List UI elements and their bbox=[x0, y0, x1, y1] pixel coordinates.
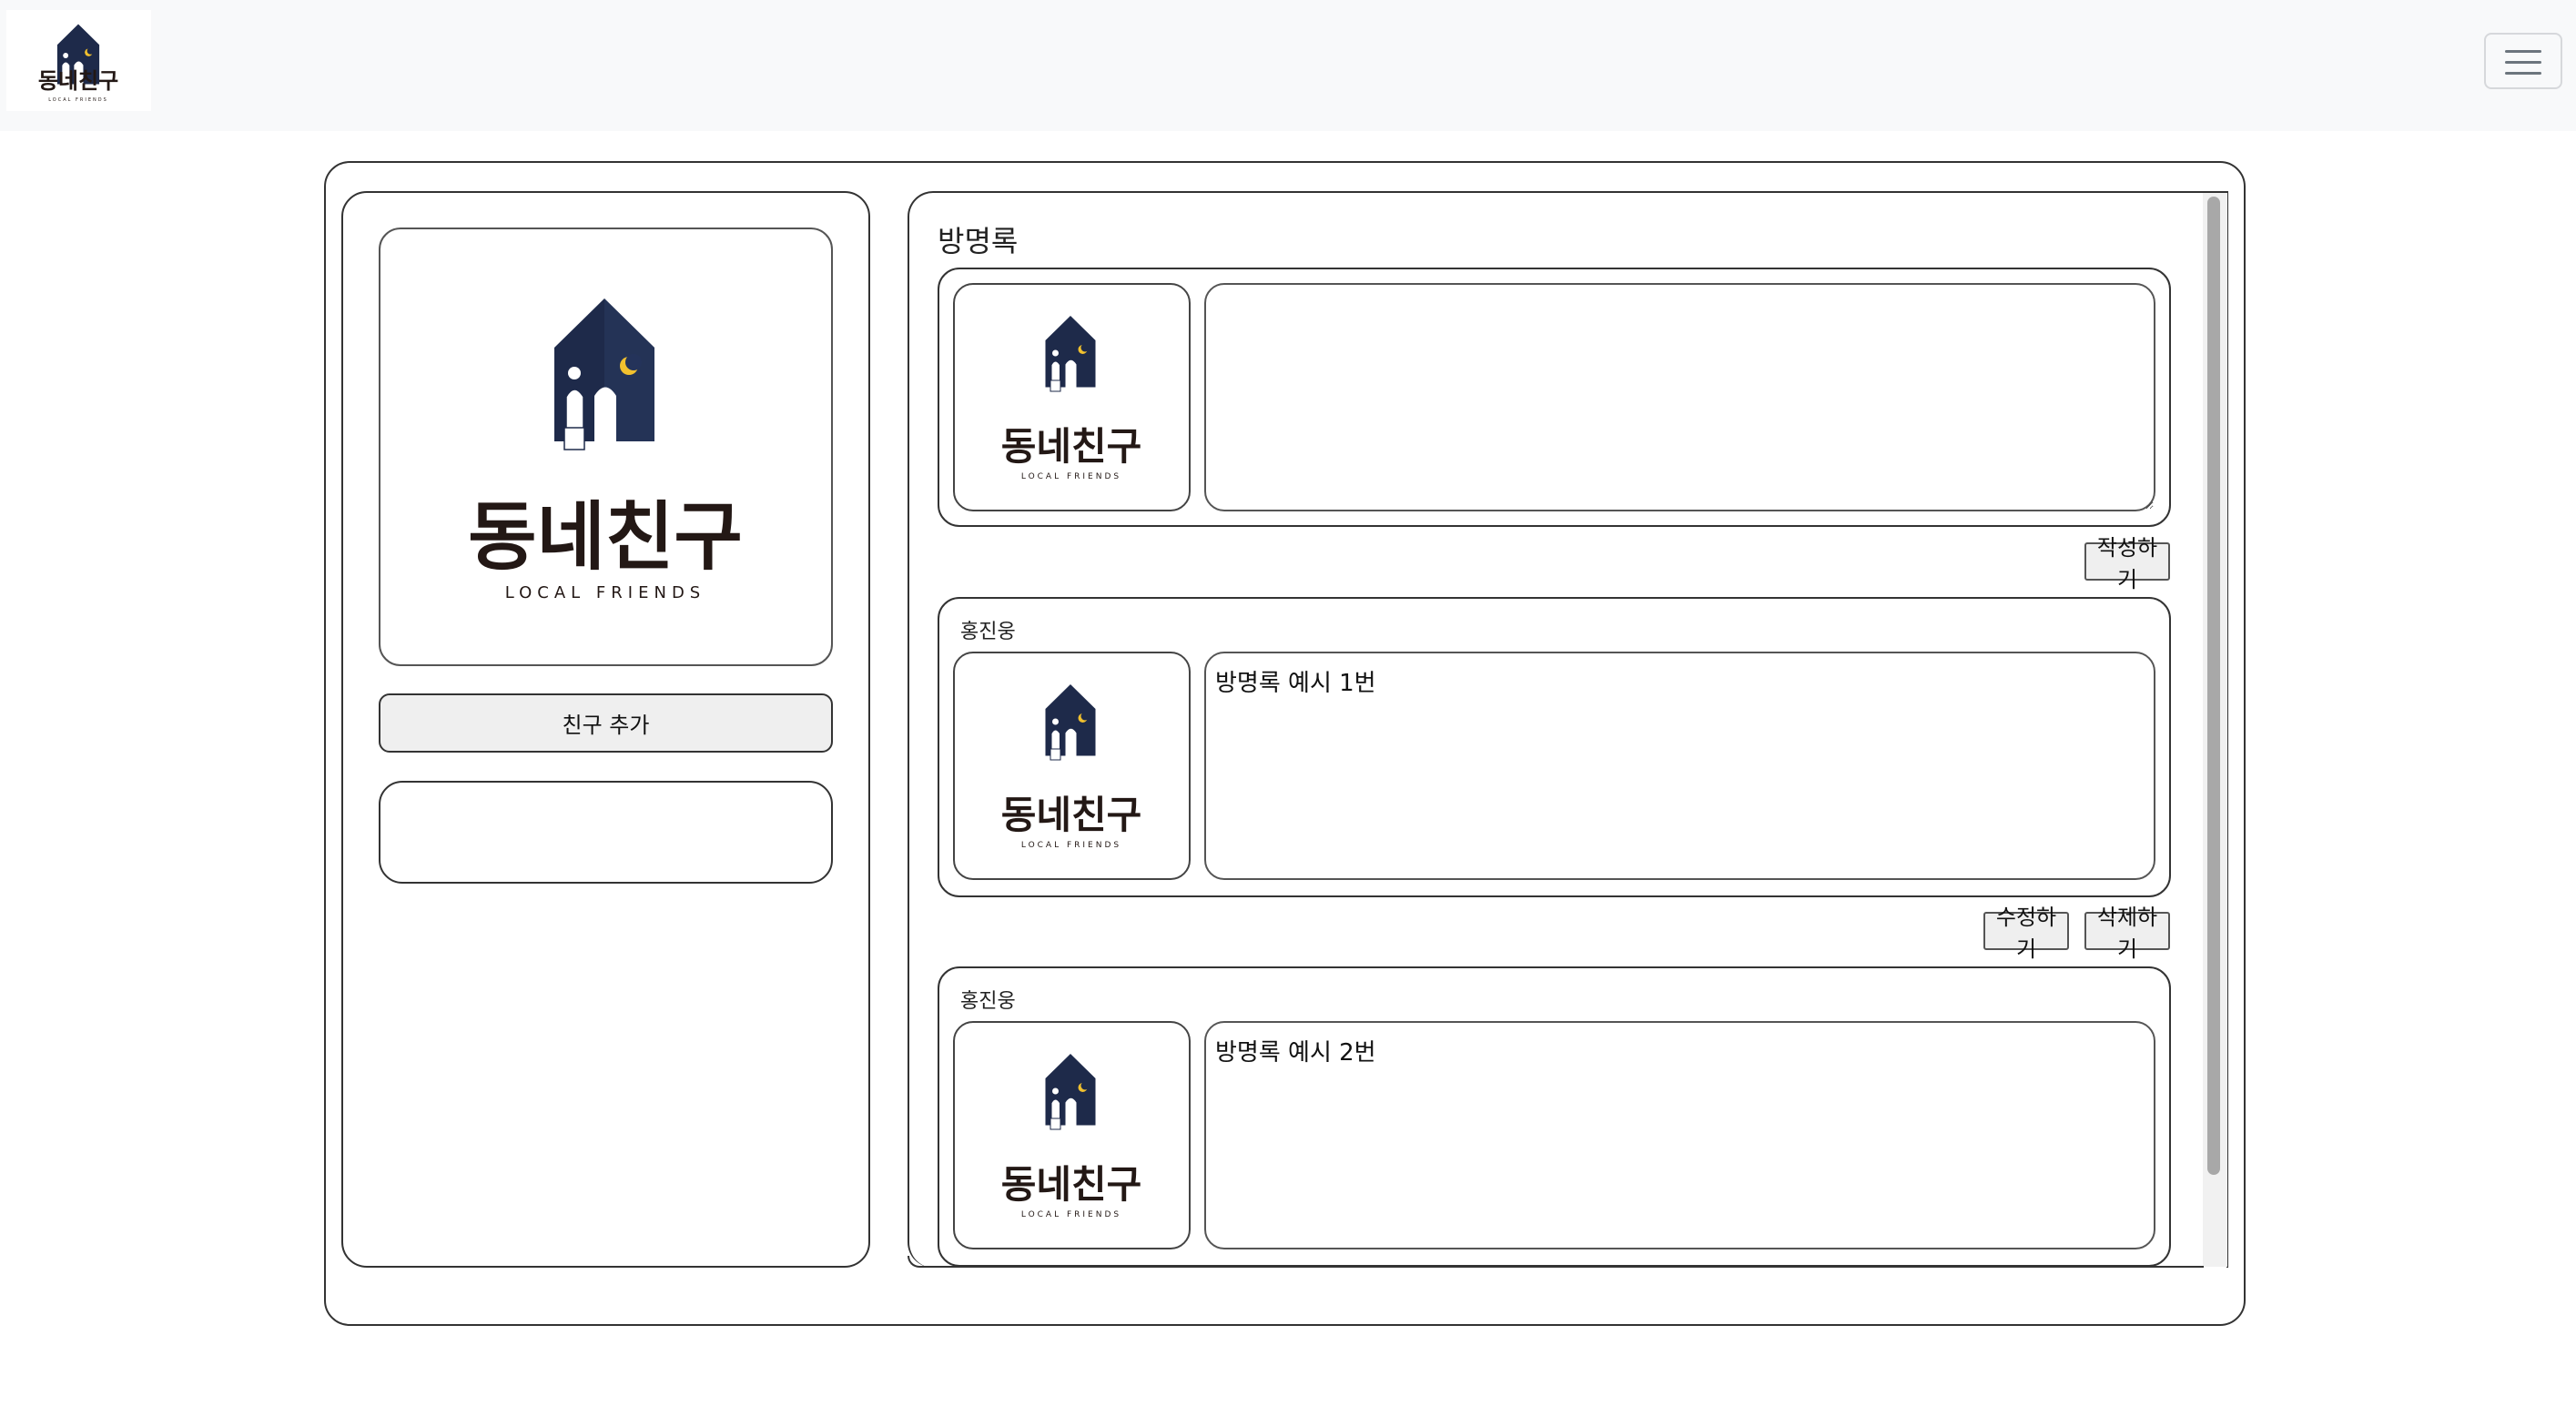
entry-2-avatar: 동네친구 LOCAL FRIENDS bbox=[953, 1021, 1191, 1249]
avatar-brand-subtitle: LOCAL FRIENDS bbox=[1021, 472, 1121, 481]
menu-toggle-button[interactable] bbox=[2484, 33, 2562, 89]
delete-entry-button[interactable]: 삭제하기 bbox=[2084, 905, 2170, 962]
new-entry-avatar: 동네친구 LOCAL FRIENDS bbox=[953, 283, 1191, 511]
hamburger-bar bbox=[2505, 72, 2541, 75]
avatar-brand-name: 동네친구 bbox=[1001, 793, 1142, 837]
guestbook-title: 방명록 bbox=[938, 224, 1019, 258]
entry-1-content: 방명록 예시 1번 bbox=[1204, 652, 2155, 880]
avatar-brand-subtitle: LOCAL FRIENDS bbox=[1021, 1210, 1121, 1219]
panel-clip bbox=[909, 1268, 2202, 1322]
brand-logo[interactable]: 동네친구 LOCAL FRIENDS bbox=[6, 10, 151, 111]
entry-1-author: 홍진웅 bbox=[960, 621, 1016, 643]
entry-2-author: 홍진웅 bbox=[960, 990, 1016, 1013]
add-friend-button[interactable]: 친구 추가 bbox=[379, 693, 833, 753]
avatar-brand-name: 동네친구 bbox=[1001, 424, 1142, 469]
top-navbar: 동네친구 LOCAL FRIENDS bbox=[0, 0, 2576, 131]
profile-brand-name: 동네친구 bbox=[468, 494, 743, 581]
entry-1-avatar: 동네친구 LOCAL FRIENDS bbox=[953, 652, 1191, 880]
navbar-brand-subtitle: LOCAL FRIENDS bbox=[48, 97, 108, 103]
new-entry-textarea[interactable] bbox=[1204, 283, 2155, 511]
guestbook-scrollbar-thumb[interactable] bbox=[2207, 197, 2220, 1175]
entry-2-content: 방명록 예시 2번 bbox=[1204, 1021, 2155, 1249]
navbar-brand-name: 동네친구 bbox=[38, 68, 118, 94]
avatar-brand-name: 동네친구 bbox=[1001, 1162, 1142, 1207]
profile-image: 동네친구 LOCAL FRIENDS bbox=[379, 228, 833, 666]
profile-brand-subtitle: LOCAL FRIENDS bbox=[505, 583, 705, 602]
guestbook-panel-bottom-edge bbox=[908, 1256, 2204, 1268]
hamburger-menu-icon bbox=[2505, 50, 2541, 53]
submit-entry-button[interactable]: 작성하기 bbox=[2084, 536, 2170, 592]
friend-info-box bbox=[379, 781, 833, 884]
hamburger-bar bbox=[2505, 61, 2541, 64]
edit-entry-button[interactable]: 수정하기 bbox=[1983, 905, 2069, 962]
avatar-brand-subtitle: LOCAL FRIENDS bbox=[1021, 841, 1121, 850]
